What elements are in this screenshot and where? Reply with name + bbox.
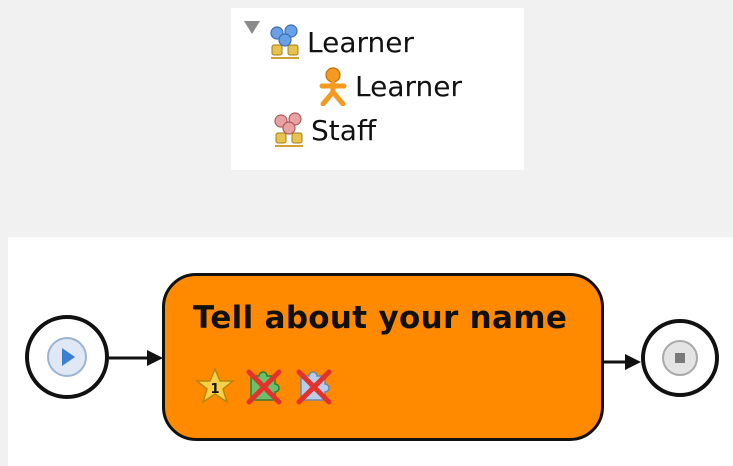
tree-item-label: Staff (311, 113, 377, 147)
tree-item-label: Learner (307, 25, 414, 59)
stop-icon (662, 340, 698, 376)
star-one-icon: 1 (195, 367, 235, 404)
end-node[interactable] (640, 318, 720, 398)
activity-node[interactable]: Tell about your name 1 (162, 273, 604, 441)
play-icon (47, 337, 87, 377)
svg-text:1: 1 (210, 382, 219, 397)
activity-title: Tell about your name (193, 300, 568, 336)
learner-group-icon (270, 24, 299, 59)
tree-item-staff-group[interactable]: Staff (269, 112, 376, 148)
expand-triangle-icon[interactable] (243, 19, 261, 35)
flow-canvas: Tell about your name 1 (8, 237, 733, 466)
tree-item-label: Learner (355, 69, 462, 103)
connector-arrow-end (603, 354, 641, 370)
learner-role-icon (319, 67, 347, 106)
start-node[interactable] (24, 314, 110, 400)
puzzle-disabled-green-icon (246, 369, 282, 405)
staff-group-icon (274, 112, 303, 147)
tree-item-learner-role[interactable]: Learner (317, 67, 462, 106)
puzzle-disabled-blue-icon (296, 369, 332, 405)
tree-item-learner-group[interactable]: Learner (265, 24, 414, 60)
roles-tree-panel: Learner Learner Staff (231, 8, 524, 170)
connector-arrow-start (109, 350, 163, 366)
activity-icons: 1 (195, 366, 335, 406)
